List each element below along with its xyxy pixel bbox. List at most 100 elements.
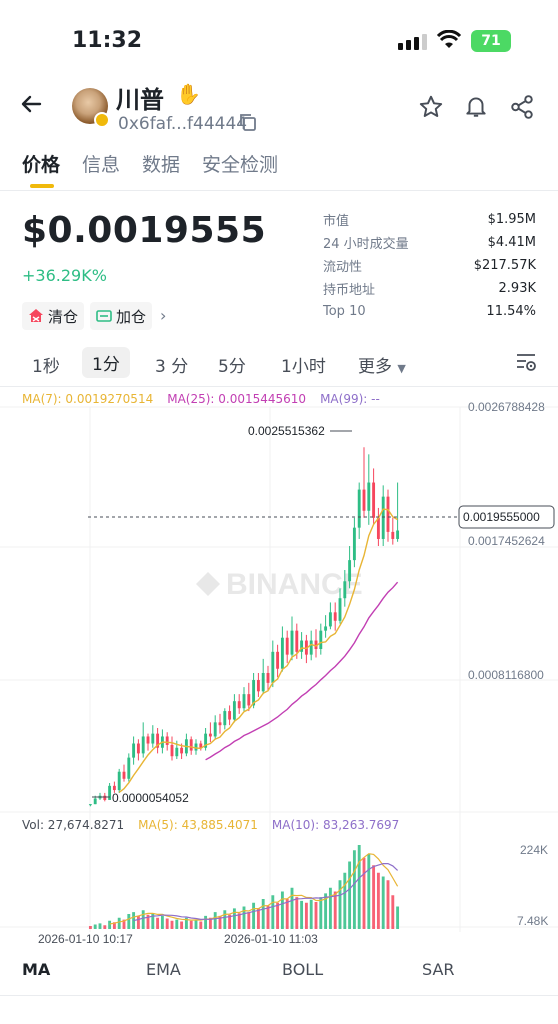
hand-icon: ✋	[176, 82, 201, 106]
add-position-button[interactable]: 加仓	[90, 302, 153, 330]
volume-bar	[290, 887, 294, 929]
candle-body	[112, 785, 116, 791]
volume-bar	[391, 895, 395, 929]
high-price-label: 0.0025515362	[248, 424, 325, 438]
status-time: 11:32	[72, 28, 143, 53]
candle-body	[386, 496, 390, 532]
volume-bar	[189, 920, 193, 929]
share-icon[interactable]	[509, 94, 535, 124]
clear-position-button[interactable]: 清仓	[22, 302, 85, 330]
interval-1m[interactable]: 1分	[82, 347, 130, 378]
volume-bar	[376, 872, 380, 929]
divider	[0, 995, 558, 996]
more-label: 更多	[358, 357, 392, 377]
candle-body	[362, 489, 366, 511]
tab-data[interactable]: 数据	[142, 150, 180, 177]
candle-body	[295, 630, 299, 652]
last-price-label: 0.0019555000	[463, 510, 540, 524]
detail-tabs: 价格 信息 数据 安全检测	[22, 150, 278, 177]
stat-value: 2.93K	[498, 281, 536, 296]
candle-body	[170, 744, 174, 757]
candle-body	[108, 785, 112, 800]
volume-bar	[194, 919, 198, 929]
candle-body	[285, 637, 289, 655]
candle-body	[266, 672, 270, 683]
back-arrow-icon[interactable]	[20, 92, 44, 120]
volume-bar	[223, 910, 227, 929]
volume-bar	[300, 900, 304, 929]
volume-bar	[256, 908, 260, 929]
volume-bar	[117, 917, 121, 929]
candle-body	[93, 798, 97, 805]
ma25-value: MA(25): 0.0015445610	[167, 392, 307, 406]
stat-label: 持币地址	[323, 283, 376, 298]
price-change: +36.29K%	[22, 266, 107, 285]
indicator-ma[interactable]: MA	[22, 960, 50, 979]
indicator-boll[interactable]: BOLL	[282, 960, 323, 979]
time-axis-label: 2026-01-10 11:03	[224, 932, 318, 946]
volume-bar	[160, 915, 164, 929]
volume-bar	[127, 914, 131, 929]
cellular-signal-icon	[398, 34, 427, 50]
clear-label: 清仓	[48, 307, 79, 326]
market-stats: 市值 $1.95M 24 小时成交量 $4.41M 流动性 $217.57K 持币地址…	[323, 208, 536, 323]
low-price-label: 0.0000054052	[112, 791, 189, 805]
tab-price[interactable]: 价格	[22, 150, 60, 177]
candle-body	[223, 711, 227, 726]
stat-row: 持币地址 2.93K	[323, 277, 536, 300]
volume-bar	[314, 902, 318, 929]
bell-icon[interactable]	[463, 93, 489, 123]
interval-1s[interactable]: 1秒	[32, 352, 60, 377]
ma7-line	[118, 508, 398, 793]
candle-body	[189, 739, 193, 751]
volume-bar	[199, 921, 203, 929]
interval-more[interactable]: 更多 ▼	[358, 352, 406, 377]
vol-ma5-value: MA(5): 43,885.4071	[138, 818, 258, 832]
volume-bar	[232, 908, 236, 929]
interval-5m[interactable]: 5分	[218, 352, 246, 377]
tab-info[interactable]: 信息	[82, 150, 120, 177]
candle-body	[165, 736, 169, 745]
indicator-sar[interactable]: SAR	[422, 960, 455, 979]
volume-bar	[386, 880, 390, 929]
stat-row: 24 小时成交量 $4.41M	[323, 231, 536, 254]
volume-indicator-row: Vol: 27,674.8271 MA(5): 43,885.4071 MA(1…	[22, 818, 399, 832]
interval-1h[interactable]: 1小时	[281, 352, 326, 377]
volume-bar	[276, 902, 280, 929]
ma7-value: MA(7): 0.0019270514	[22, 392, 154, 406]
stat-label: 市值	[323, 214, 350, 229]
volume-bar	[136, 915, 140, 929]
watermark-text: BINANCE	[226, 568, 363, 601]
ma-indicator-row: MA(7): 0.0019270514 MA(25): 0.0015445610…	[22, 392, 380, 406]
volume-bar	[266, 905, 270, 929]
volume-axis-label: 224K	[520, 843, 548, 857]
volume-bar	[381, 876, 385, 929]
indicator-ema[interactable]: EMA	[146, 960, 181, 979]
ma99-value: MA(99): --	[320, 392, 380, 406]
stat-row: 流动性 $217.57K	[323, 254, 536, 277]
volume-bar	[367, 854, 371, 929]
candle-body	[141, 736, 145, 754]
chart-settings-icon[interactable]	[514, 350, 538, 378]
favorite-star-icon[interactable]	[418, 94, 444, 124]
volume-bar	[261, 899, 265, 929]
candle-body	[232, 701, 236, 720]
chevron-right-icon[interactable]: ›	[160, 306, 166, 325]
volume-bar	[93, 924, 97, 929]
price-chart[interactable]: BINANCE 0.0026788428 0.0017452624 0.000811…	[0, 387, 558, 947]
tab-security[interactable]: 安全检测	[202, 150, 278, 177]
volume-bar	[280, 891, 284, 929]
volume-bar	[242, 906, 246, 929]
candle-body	[228, 711, 232, 720]
volume-bar	[247, 912, 251, 929]
volume-bar	[295, 897, 299, 929]
clear-icon	[29, 309, 43, 322]
interval-3m[interactable]: 3 分	[155, 352, 188, 377]
copy-icon[interactable]	[238, 112, 258, 136]
volume-bar	[204, 915, 208, 929]
volume-bar	[165, 918, 169, 929]
volume-bar	[213, 912, 217, 929]
volume-bar	[372, 865, 376, 929]
caret-down-icon: ▼	[397, 362, 406, 375]
volume-bar	[180, 921, 184, 929]
